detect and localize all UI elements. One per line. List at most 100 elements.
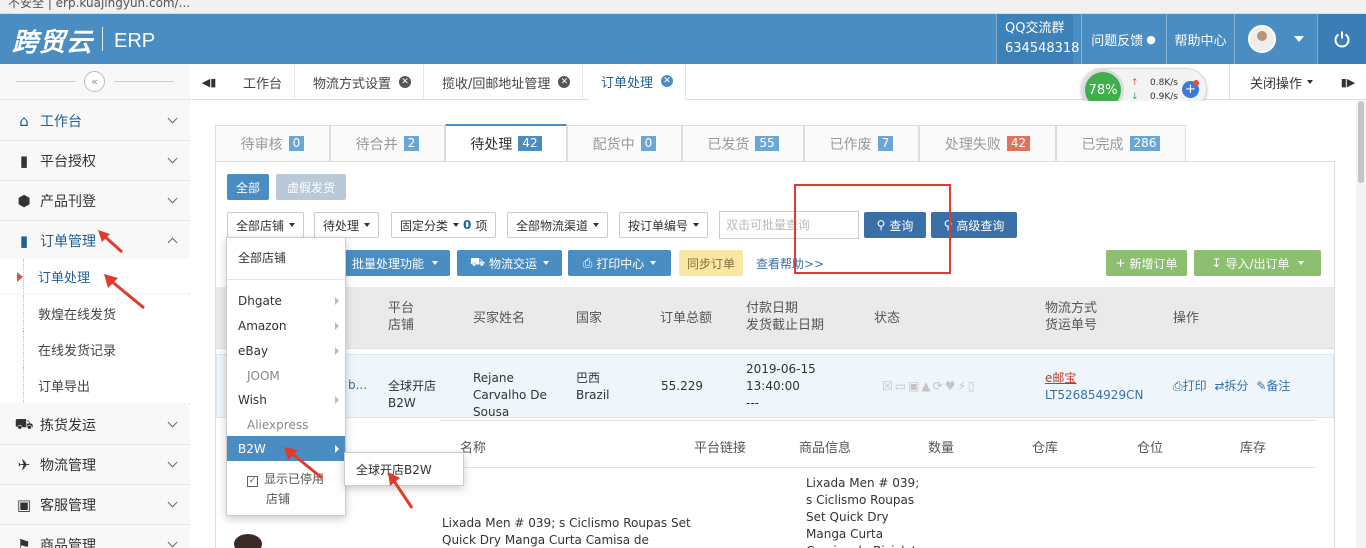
logistics-handover-button[interactable]: ⛟ 物流交运 [457,250,562,276]
tab-workbench[interactable]: 工作台 [231,64,296,100]
sidebar-item-order-management[interactable]: ▮ 订单管理 [0,221,190,261]
count-badge: 0 [288,136,305,151]
filter-fake-ship-button[interactable]: 虚假发货 [276,174,346,200]
view-help-link[interactable]: 查看帮助>> [756,255,824,272]
detail-header-link: 平台链接 [694,441,747,456]
count-badge: 42 [518,136,542,151]
browser-address-bar[interactable]: 不安全 | erp.kuajingyun.com/... [0,0,1366,14]
plane-icon: ✈ [17,455,31,474]
b2w-store-submenu[interactable]: 全球开店B2W [344,452,464,486]
sidebar-subitem-online-ship-records[interactable]: 在线发货记录 [0,331,190,367]
status-tab-shipped[interactable]: 已发货 55 [682,125,804,161]
sidebar-subitem-order-processing[interactable]: 订单处理 [0,259,190,293]
print-center-button[interactable]: ⎙ 打印中心 [568,250,671,276]
document-icon: ▮ [19,231,29,250]
product-thumbnail[interactable] [234,534,262,548]
fixed-category-select[interactable]: 固定分类 0 项 [391,212,497,238]
feedback-link[interactable]: 问题反馈 ● [1081,14,1165,64]
search-by-select[interactable]: 按订单编号 [619,212,709,238]
note-link[interactable]: 备注 [1266,379,1290,393]
sync-orders-button[interactable]: 同步订单 [679,250,743,276]
split-link[interactable]: 拆分 [1225,379,1249,393]
status-tab-allocating[interactable]: 配货中 0 [567,125,682,161]
dropdown-item-joom[interactable]: JOOM [227,363,345,388]
detail-header-bin: 仓位 [1137,441,1164,456]
print-link[interactable]: 打印 [1183,379,1207,393]
caret-down-icon [1307,80,1313,84]
step-forward-icon: ▮▶ [1340,75,1356,89]
country-cell: 巴西 Brazil [576,371,610,402]
caret-down-icon [432,261,438,265]
order-number[interactable]: b... [348,377,367,394]
chevron-down-icon [167,417,178,428]
tab-logistics-settings[interactable]: 物流方式设置 ✕ [301,64,425,100]
plus-icon: + [1115,256,1126,270]
close-operations-dropdown[interactable]: 关闭操作 [1229,64,1333,100]
tab-scroll-left-button[interactable]: ◀▮ [195,64,223,100]
close-icon[interactable]: ✕ [661,75,674,87]
logout-button[interactable] [1317,14,1366,64]
dropdown-item-wish[interactable]: Wish [227,387,345,412]
app-logo[interactable]: 跨贸云 [12,22,93,59]
chevron-right-icon [335,445,339,453]
status-tab-pending-process[interactable]: 待处理 42 [445,124,567,161]
status-icons[interactable]: ☒▭▣▲⟳♥⚡▯ [882,378,977,395]
submenu-item-global-b2w[interactable]: 全球开店B2W [356,461,432,478]
dropdown-item-b2w[interactable]: B2W [227,436,345,461]
sidebar-item-picking-shipping[interactable]: ⛟ 拣货发运 [0,405,190,445]
status-tab-failed[interactable]: 处理失败 42 [919,125,1056,161]
logistics-channel-select[interactable]: 全部物流渠道 [507,212,609,238]
double-chevron-left-icon[interactable]: « [84,71,105,92]
status-tab-completed[interactable]: 已完成 286 [1056,125,1186,161]
store-select[interactable]: 全部店铺 [227,212,305,238]
qq-group[interactable]: QQ交流群 634548318 [996,14,1079,64]
sidebar-item-platform-auth[interactable]: ▮ 平台授权 [0,141,190,181]
sidebar-item-goods[interactable]: ⚑ 商品管理 [0,525,190,548]
caret-down-icon [364,223,371,227]
tab-order-processing[interactable]: 订单处理 ✕ [589,64,687,100]
status-select[interactable]: 待处理 [314,212,380,238]
dropdown-item-amazon[interactable]: Amazon [227,313,345,338]
column-header-country: 国家 [576,311,603,326]
show-disabled-stores-checkbox[interactable]: ✓ 显示已停用 店铺 [247,469,324,509]
dropdown-item-aliexpress[interactable]: Aliexpress [227,412,345,437]
split-icon: ⇄ [1214,379,1225,393]
chevron-right-icon [335,396,339,404]
status-tab-voided[interactable]: 已作废 7 [804,125,919,161]
filter-all-button[interactable]: 全部 [227,174,269,200]
feedback-label: 问题反馈 [1091,33,1144,49]
status-tab-pending-review[interactable]: 待审核 0 [215,125,330,161]
total-cell: 55.229 [661,379,703,393]
dropdown-item-all-stores[interactable]: 全部店铺 [227,245,345,270]
batch-process-button[interactable]: 批量处理功能 [340,250,450,276]
tab-pickup-address[interactable]: 揽收/回邮地址管理 ✕ [430,64,584,100]
dropdown-item-dhgate[interactable]: Dhgate [227,288,345,313]
sidebar-item-product-listing[interactable]: ⬢ 产品刊登 [0,181,190,221]
sidebar-subitem-dhgate-online-ship[interactable]: 敦煌在线发货 [0,295,190,331]
briefcase-icon: ▣ [16,495,32,514]
scrollbar-thumb[interactable] [1358,101,1364,183]
user-menu[interactable] [1234,14,1317,64]
sidebar-item-customer-service[interactable]: ▣ 客服管理 [0,485,190,525]
detail-header-info: 商品信息 [799,441,852,456]
column-header-pay-date: 付款日期 发货截止日期 [746,301,825,333]
note-icon: ✎ [1256,379,1267,393]
dropdown-item-ebay[interactable]: eBay [227,338,345,363]
tab-scroll-right-button[interactable]: ▮▶ [1334,64,1362,100]
help-center-link[interactable]: 帮助中心 [1166,14,1234,64]
status-tab-pending-merge[interactable]: 待合并 2 [330,125,445,161]
close-icon[interactable]: ✕ [399,76,412,88]
new-order-button[interactable]: + 新增订单 [1106,250,1187,276]
product-name-cell: Lixada Men # 039; s Ciclismo Roupas Set … [442,516,691,547]
truck-icon: ⛟ [469,255,486,269]
print-icon: ⎙ [1173,379,1183,393]
qq-group-number: 634548318 [1005,41,1080,56]
chat-bubble-icon: ● [1146,32,1156,46]
sidebar-subitem-order-export[interactable]: 订单导出 [0,367,190,403]
import-export-button[interactable]: ↧ 导入/出订单 [1194,250,1321,276]
sidebar-item-workbench[interactable]: ⌂ 工作台 [0,101,190,141]
sidebar-item-logistics[interactable]: ✈ 物流管理 [0,445,190,485]
sidebar-collapse[interactable]: « [0,64,190,100]
close-icon[interactable]: ✕ [558,76,571,88]
buyer-cell: Rejane Carvalho De Sousa [473,371,547,419]
